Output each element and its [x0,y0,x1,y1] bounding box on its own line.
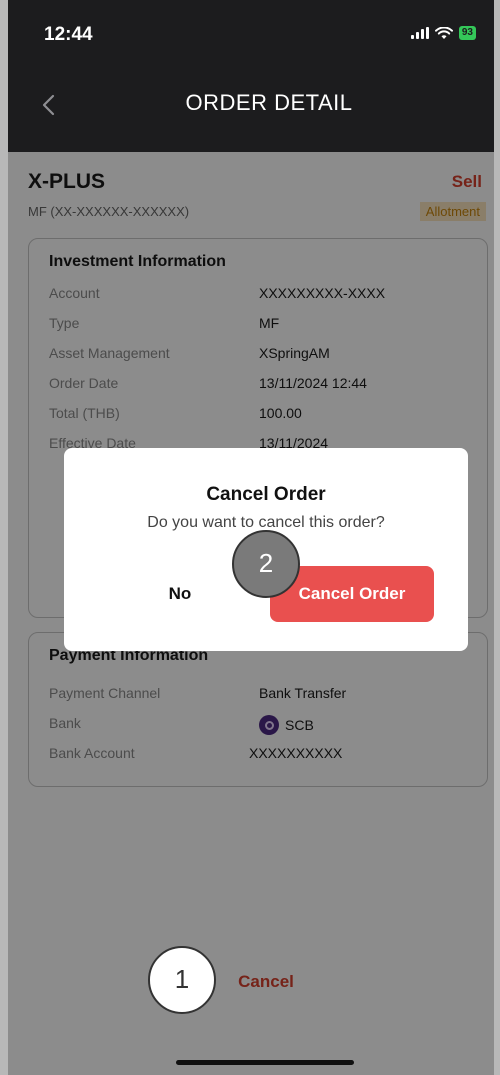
status-bar: 12:44 93 [8,0,494,70]
phone-screen: 12:44 93 ORDER DETAIL X-PLUS MF (XX-XXXX… [0,0,500,1075]
status-time: 12:44 [44,24,93,45]
page-title: ORDER DETAIL [185,90,353,115]
dialog-title: Cancel Order [206,484,326,505]
top-bar: 12:44 93 ORDER DETAIL [8,0,494,152]
nav-bar: ORDER DETAIL [8,70,494,152]
wifi-icon [434,26,453,39]
step-marker-2: 2 [232,530,300,598]
no-button[interactable]: No [130,576,230,612]
step-marker-1: 1 [148,946,216,1014]
home-indicator[interactable] [176,1060,354,1065]
battery-icon: 93 [458,26,476,40]
signal-icon [410,27,429,39]
status-icons: 93 [410,26,476,40]
